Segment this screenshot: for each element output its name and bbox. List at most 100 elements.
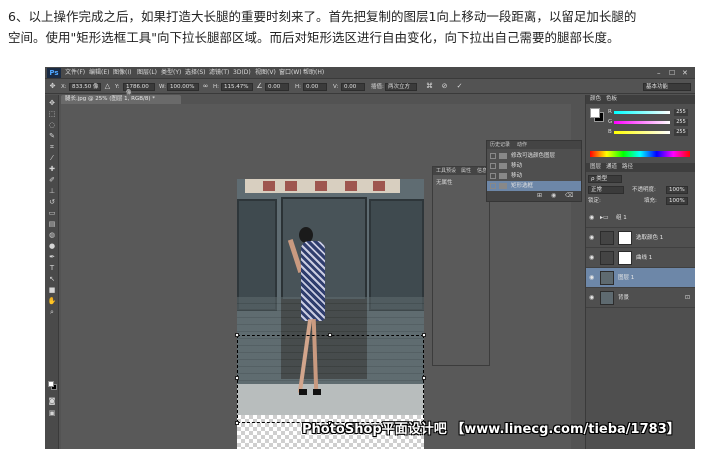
- eye-icon[interactable]: ◉: [589, 294, 594, 301]
- transform-handle[interactable]: [422, 333, 426, 337]
- transform-handle[interactable]: [235, 421, 239, 425]
- green-slider[interactable]: G 255: [608, 119, 690, 126]
- tab-tool-presets[interactable]: 工具预设: [436, 168, 456, 175]
- color-spectrum[interactable]: [590, 151, 690, 157]
- menu-type[interactable]: 类型(Y): [161, 68, 181, 78]
- workspace-select[interactable]: 基本功能: [643, 83, 691, 91]
- history-item[interactable]: 修改可选颜色图层: [487, 151, 581, 161]
- menu-image[interactable]: 图像(I): [113, 68, 131, 78]
- color-panel-foreground-swatch[interactable]: [590, 108, 600, 118]
- transform-handle[interactable]: [235, 376, 239, 380]
- pen-icon[interactable]: ✒: [47, 253, 57, 262]
- eyedropper-icon[interactable]: ⁄: [47, 154, 57, 163]
- tab-properties[interactable]: 属性: [461, 168, 471, 175]
- type-icon[interactable]: T: [47, 264, 57, 273]
- transform-handle[interactable]: [328, 333, 332, 337]
- red-value[interactable]: 255: [674, 109, 688, 116]
- eye-icon[interactable]: ◉: [589, 254, 594, 261]
- layer-row-active[interactable]: ◉ 图层 1: [586, 268, 695, 288]
- x-field[interactable]: 833.50 像: [69, 83, 101, 91]
- layer-row-background[interactable]: ◉ 背景 ⊡: [586, 288, 695, 308]
- trash-icon[interactable]: ⌫: [565, 192, 573, 199]
- close-button[interactable]: ✕: [682, 68, 688, 78]
- layer-filter-select[interactable]: ρ 类型: [588, 175, 622, 183]
- move-icon[interactable]: ✥: [47, 99, 57, 108]
- history-item-active[interactable]: 矩形选框: [487, 181, 581, 191]
- quick-select-icon[interactable]: ✎: [47, 132, 57, 141]
- transform-selection[interactable]: [235, 333, 426, 425]
- shape-icon[interactable]: ■: [47, 286, 57, 295]
- cancel-transform-icon[interactable]: ⊘: [440, 82, 449, 91]
- tab-paths[interactable]: 路径: [622, 164, 633, 171]
- foreground-color-swatch[interactable]: [48, 381, 54, 387]
- stamp-icon[interactable]: ⊥: [47, 187, 57, 196]
- history-brush-icon[interactable]: ↺: [47, 198, 57, 207]
- red-track[interactable]: [614, 111, 670, 114]
- menu-help[interactable]: 帮助(H): [303, 68, 324, 78]
- screen-mode-icon[interactable]: ▣: [47, 409, 57, 418]
- history-snapshot-checkbox[interactable]: [490, 183, 496, 189]
- layer-row-group[interactable]: ◉ ▸▭ 组 1: [586, 208, 695, 228]
- healing-icon[interactable]: ✚: [47, 165, 57, 174]
- h-skew-field[interactable]: 0.00: [303, 83, 327, 91]
- layer-mask-thumb[interactable]: [618, 251, 632, 265]
- chain-icon[interactable]: ∞: [201, 82, 210, 91]
- blue-track[interactable]: [614, 131, 670, 134]
- w-field[interactable]: 100.00%: [167, 83, 199, 91]
- eye-icon[interactable]: ◉: [589, 214, 594, 221]
- menu-edit[interactable]: 编辑(E): [89, 68, 109, 78]
- menu-file[interactable]: 文件(F): [65, 68, 85, 78]
- layer-row-adjustment[interactable]: ◉ 选取颜色 1: [586, 228, 695, 248]
- blur-icon[interactable]: ◍: [47, 231, 57, 240]
- v-skew-field[interactable]: 0.00: [341, 83, 365, 91]
- blue-value[interactable]: 255: [674, 129, 688, 136]
- history-item[interactable]: 移动: [487, 171, 581, 181]
- tab-history[interactable]: 历史记录: [490, 142, 510, 149]
- tab-channels[interactable]: 通道: [606, 164, 617, 171]
- menu-filter[interactable]: 滤镜(T): [209, 68, 229, 78]
- crop-icon[interactable]: ⌗: [47, 143, 57, 152]
- opacity-field[interactable]: 100%: [666, 186, 688, 194]
- menu-3d[interactable]: 3D(D): [233, 68, 251, 78]
- commit-transform-icon[interactable]: ✓: [455, 82, 464, 91]
- layer-row-adjustment[interactable]: ◉ 曲线 1: [586, 248, 695, 268]
- canvas-area[interactable]: 工具预设 属性 信息 无属性 历史记录 动作 修改可选颜色图层 移动 移动 矩形…: [61, 104, 599, 449]
- minimize-button[interactable]: –: [657, 68, 661, 78]
- link-icon[interactable]: △: [103, 82, 112, 91]
- maximize-button[interactable]: ☐: [669, 68, 675, 78]
- red-slider[interactable]: R 255: [608, 109, 690, 116]
- y-field[interactable]: 1786.00 像: [123, 83, 155, 96]
- quick-mask-icon[interactable]: ◙: [47, 397, 57, 406]
- marquee-icon[interactable]: ⬚: [47, 110, 57, 119]
- document-tab[interactable]: 腿长.jpg @ 25% (图层 1, RGB/8) *: [61, 95, 181, 104]
- gradient-icon[interactable]: ▤: [47, 220, 57, 229]
- menu-window[interactable]: 窗口(W): [279, 68, 302, 78]
- snapshot-icon[interactable]: ◉: [551, 192, 556, 199]
- dodge-icon[interactable]: ●: [47, 242, 57, 251]
- menu-view[interactable]: 视图(V): [255, 68, 276, 78]
- eye-icon[interactable]: ◉: [589, 274, 594, 281]
- eraser-icon[interactable]: ▭: [47, 209, 57, 218]
- new-document-from-state-icon[interactable]: ⊞: [537, 192, 542, 199]
- history-snapshot-checkbox[interactable]: [490, 173, 496, 179]
- history-snapshot-checkbox[interactable]: [490, 153, 496, 159]
- transform-handle[interactable]: [235, 333, 239, 337]
- menu-select[interactable]: 选择(S): [185, 68, 206, 78]
- transform-handle[interactable]: [422, 376, 426, 380]
- warp-icon[interactable]: ⌘: [425, 82, 434, 91]
- tab-swatches[interactable]: 色板: [606, 96, 617, 103]
- path-select-icon[interactable]: ↖: [47, 275, 57, 284]
- tab-actions[interactable]: 动作: [517, 142, 527, 149]
- fill-field[interactable]: 100%: [666, 197, 688, 205]
- history-item[interactable]: 移动: [487, 161, 581, 171]
- move-tool-icon[interactable]: ✥: [48, 82, 57, 91]
- h-field[interactable]: 115.47%: [221, 83, 253, 91]
- green-value[interactable]: 255: [674, 119, 688, 126]
- tab-layers[interactable]: 图层: [590, 164, 601, 171]
- eye-icon[interactable]: ◉: [589, 234, 594, 241]
- layer-mask-thumb[interactable]: [618, 231, 632, 245]
- angle-field[interactable]: 0.00: [265, 83, 289, 91]
- lasso-icon[interactable]: ◌: [47, 121, 57, 130]
- interp-select[interactable]: 两次立方: [385, 83, 417, 91]
- hand-icon[interactable]: ✋: [47, 297, 57, 306]
